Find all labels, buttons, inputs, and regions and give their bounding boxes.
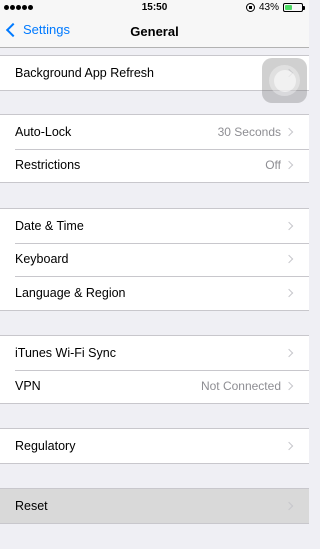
row-label: Date & Time bbox=[15, 218, 84, 233]
row-label: Language & Region bbox=[15, 285, 126, 300]
row-reset[interactable]: Reset bbox=[0, 489, 309, 523]
battery-icon bbox=[283, 3, 305, 12]
row-value: Off bbox=[265, 158, 281, 173]
row-label: Background App Refresh bbox=[15, 65, 154, 80]
settings-group: Regulatory bbox=[0, 428, 309, 464]
row-label: Restrictions bbox=[15, 158, 81, 173]
row-label: VPN bbox=[15, 379, 41, 394]
row-itunes-wifi-sync[interactable]: iTunes Wi-Fi Sync bbox=[0, 336, 309, 370]
chevron-right-icon bbox=[284, 127, 294, 136]
settings-group: iTunes Wi-Fi Sync VPN Not Connected bbox=[0, 335, 309, 404]
navigation-bar: Settings General bbox=[0, 16, 309, 48]
settings-group: Auto-Lock 30 Seconds Restrictions Off bbox=[0, 114, 309, 183]
row-restrictions[interactable]: Restrictions Off bbox=[0, 148, 309, 183]
battery-percent: 43% bbox=[258, 2, 279, 13]
status-bar: 15:50 43% bbox=[0, 0, 309, 16]
battery-fill bbox=[285, 5, 292, 10]
row-label: Auto-Lock bbox=[15, 124, 72, 139]
row-value: 30 Seconds bbox=[217, 124, 281, 139]
assistive-touch-button[interactable] bbox=[262, 58, 307, 103]
orientation-lock-icon bbox=[245, 3, 255, 12]
row-keyboard[interactable]: Keyboard bbox=[0, 242, 309, 277]
row-label: Reset bbox=[15, 498, 48, 513]
row-label: Keyboard bbox=[15, 252, 69, 267]
row-language-region[interactable]: Language & Region bbox=[0, 276, 309, 310]
chevron-right-icon bbox=[284, 161, 294, 170]
row-label: Regulatory bbox=[15, 438, 76, 453]
page-title: General bbox=[130, 24, 179, 39]
row-date-time[interactable]: Date & Time bbox=[0, 209, 309, 243]
row-value: Not Connected bbox=[200, 379, 281, 394]
row-label: iTunes Wi-Fi Sync bbox=[15, 345, 116, 360]
row-regulatory[interactable]: Regulatory bbox=[0, 429, 309, 463]
chevron-right-icon bbox=[284, 382, 294, 391]
status-right: 43% bbox=[245, 2, 305, 13]
row-auto-lock[interactable]: Auto-Lock 30 Seconds bbox=[0, 115, 309, 149]
settings-group: Date & Time Keyboard Language & Region bbox=[0, 208, 309, 311]
settings-general-screen: 15:50 43% Settings General Background Ap… bbox=[0, 0, 309, 549]
row-vpn[interactable]: VPN Not Connected bbox=[0, 369, 309, 404]
settings-group: Reset bbox=[0, 488, 309, 524]
